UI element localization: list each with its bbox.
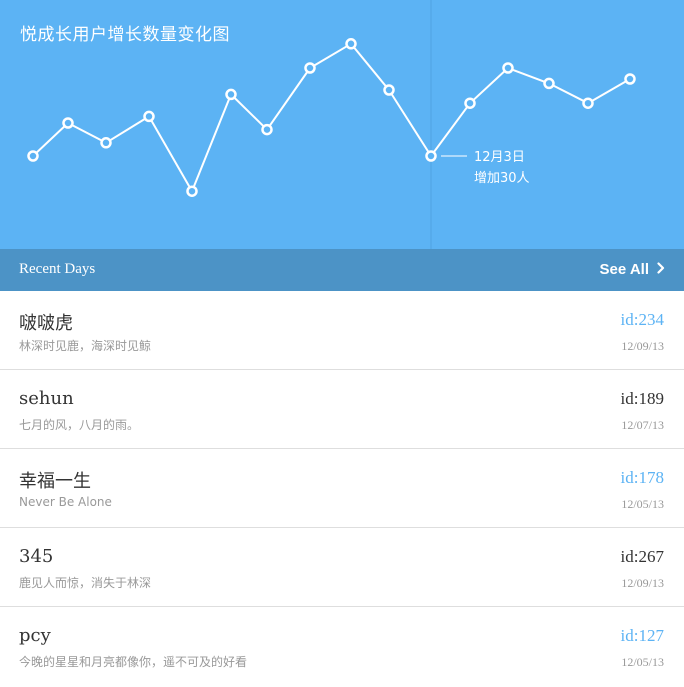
item-id: id:127 (620, 626, 664, 645)
data-point[interactable] (502, 62, 514, 74)
chart-panel: 12月3日增加30人 悦成长用户增长数量变化图 (0, 0, 684, 249)
list-item[interactable]: 345 鹿见人而惊，消失于林深 id:267 12/09/13 (0, 528, 684, 607)
data-point[interactable] (304, 62, 316, 74)
data-point[interactable] (624, 73, 636, 85)
data-point[interactable] (186, 185, 198, 197)
chevron-right-icon (657, 261, 665, 278)
see-all-label: See All (599, 261, 649, 278)
item-date: 12/09/13 (621, 339, 664, 353)
data-point[interactable] (425, 150, 437, 162)
item-id: id:178 (620, 468, 664, 487)
item-subtitle: 鹿见人而惊，消失于林深 (19, 576, 152, 590)
data-point[interactable] (582, 97, 594, 109)
item-id: id:267 (620, 547, 664, 566)
item-name: pcy (19, 625, 51, 646)
item-subtitle: 今晚的星星和月亮都像你，遥不可及的好看 (19, 655, 248, 669)
recent-list: 啵啵虎林深时见鹿，海深时见鲸 id:234 12/09/13 sehun 七月的风，八月… (0, 291, 684, 685)
data-point[interactable] (100, 137, 112, 149)
list-item[interactable]: sehun 七月的风，八月的雨。 id:189 12/07/13 (0, 370, 684, 449)
data-point[interactable] (143, 110, 155, 123)
list-item[interactable]: pcy 今晚的星星和月亮都像你，遥不可及的好看 id:127 12/05/13 (0, 607, 684, 685)
item-date: 12/09/13 (621, 576, 664, 590)
item-date: 12/07/13 (621, 418, 664, 432)
data-point[interactable] (543, 77, 555, 90)
item-date: 12/05/13 (621, 497, 664, 511)
item-id: id:189 (620, 389, 664, 408)
item-subtitle: 七月的风，八月的雨。 (19, 418, 140, 432)
item-name: 幸福一生 (19, 471, 91, 492)
tooltip-date: 12月3日 (474, 150, 525, 165)
data-point[interactable] (62, 117, 74, 129)
data-point[interactable] (27, 150, 39, 162)
tooltip-text: 增加30人 (474, 171, 530, 186)
list-item[interactable]: 啵啵虎林深时见鹿，海深时见鲸 id:234 12/09/13 (0, 291, 684, 370)
data-point[interactable] (464, 97, 476, 109)
data-point[interactable] (225, 88, 237, 101)
item-id: id:234 (620, 310, 664, 329)
item-name: 啵啵虎 (19, 313, 73, 334)
item-name: sehun (19, 388, 74, 409)
item-subtitle: Never Be Alone (19, 495, 112, 509)
item-name: 345 (19, 546, 54, 567)
series-line (32, 42, 631, 193)
item-subtitle: 林深时见鹿，海深时见鲸 (19, 339, 152, 353)
see-all-button[interactable]: See All (600, 261, 665, 278)
data-point[interactable] (345, 38, 357, 50)
chart-title: 悦成长用户增长数量变化图 (20, 25, 230, 45)
data-point[interactable] (261, 123, 273, 136)
data-point[interactable] (383, 84, 395, 96)
recent-days-label: Recent Days (19, 261, 96, 277)
item-date: 12/05/13 (621, 655, 664, 669)
list-item[interactable]: 幸福一生 Never Be Alone id:178 12/05/13 (0, 449, 684, 528)
recent-days-header: Recent Days See All (0, 249, 684, 291)
